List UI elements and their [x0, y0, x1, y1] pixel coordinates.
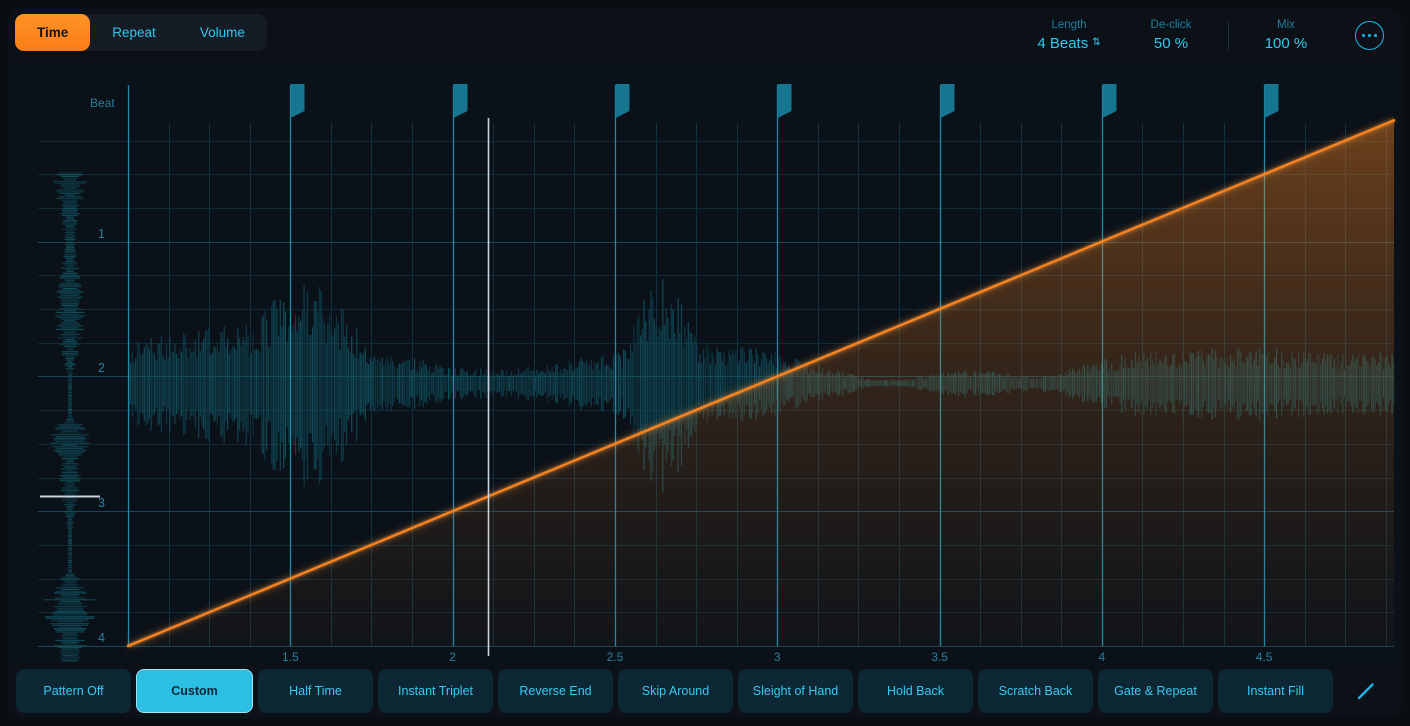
preset-instant-triplet[interactable]: Instant Triplet: [378, 668, 493, 713]
preset-pattern-off[interactable]: Pattern Off: [16, 668, 131, 713]
graph-canvas[interactable]: [8, 63, 1402, 663]
tab-repeat[interactable]: Repeat: [90, 14, 178, 51]
tab-volume[interactable]: Volume: [178, 14, 267, 51]
parameter-label: Length: [1051, 19, 1087, 31]
preset-toolbar: Pattern Off Custom Half Time Instant Triple…: [8, 663, 1402, 718]
preset-skip-around[interactable]: Skip Around: [618, 668, 733, 713]
parameter-value-text: 50 %: [1153, 35, 1189, 52]
pencil-edit-button[interactable]: [1338, 669, 1394, 713]
more-options-button[interactable]: [1355, 21, 1384, 50]
tab-time[interactable]: Time: [15, 14, 91, 51]
preset-gate-repeat[interactable]: Gate & Repeat: [1098, 668, 1213, 713]
parameter-value: 4 Beats ⇅: [1037, 35, 1100, 53]
preset-reverse-end[interactable]: Reverse End: [498, 668, 613, 713]
preset-instant-fill[interactable]: Instant Fill: [1218, 668, 1333, 713]
remix-fx-panel: Time Repeat Volume Length 4 Beats ⇅ De-click 5…: [0, 0, 1410, 726]
preset-half-time[interactable]: Half Time: [258, 668, 373, 713]
parameter-value: 50 %: [1154, 35, 1188, 53]
parameter-value-text: 100 %: [1264, 35, 1308, 52]
mode-tab-group: Time Repeat Volume: [15, 14, 267, 51]
parameter-label: Mix: [1277, 19, 1295, 31]
parameter-value-text: 4 Beats: [1037, 35, 1089, 52]
top-toolbar: Time Repeat Volume Length 4 Beats ⇅ De-click 5…: [8, 8, 1402, 63]
parameter-value: 100 %: [1265, 35, 1308, 53]
preset-list: Pattern Off Custom Half Time Instant Triple…: [16, 668, 1333, 713]
parameter-divider: [1228, 20, 1229, 51]
parameter-label: De-click: [1150, 19, 1192, 31]
pencil-icon: [1357, 682, 1374, 699]
parameter-length[interactable]: Length 4 Beats ⇅: [1018, 18, 1120, 53]
parameter-de-click[interactable]: De-click 50 %: [1120, 18, 1222, 53]
preset-hold-back[interactable]: Hold Back: [858, 668, 973, 713]
parameter-group: Length 4 Beats ⇅ De-click 50 % Mix 100 %: [1018, 8, 1384, 63]
stepper-arrows-icon[interactable]: ⇅: [1092, 38, 1100, 48]
more-dots-icon: [1361, 33, 1378, 38]
preset-sleight-of-hand[interactable]: Sleight of Hand: [738, 668, 853, 713]
time-curve-graph[interactable]: Beat 4321 1.5 2 2.5 3 3.5 4 4.5: [8, 63, 1402, 663]
panel-surface: Time Repeat Volume Length 4 Beats ⇅ De-click 5…: [8, 8, 1402, 718]
parameter-mix[interactable]: Mix 100 %: [1235, 18, 1337, 53]
preset-custom[interactable]: Custom: [136, 668, 253, 713]
preset-scratch-back[interactable]: Scratch Back: [978, 668, 1093, 713]
